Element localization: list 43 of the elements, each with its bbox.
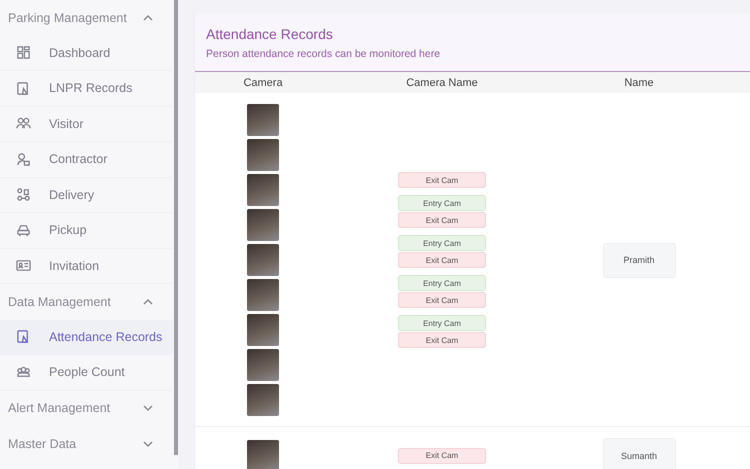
menu-icon (16, 364, 31, 380)
chevron-icon (143, 403, 153, 414)
menu-icon (16, 222, 31, 238)
menu-icon (16, 187, 31, 202)
camera-tag: Exit Cam (398, 292, 486, 308)
camera-tag: Exit Cam (398, 212, 486, 228)
menu-icon (16, 45, 31, 60)
menu-icon (16, 80, 31, 96)
sidebar-item[interactable]: People Count (0, 355, 173, 390)
person-name: Sumanth (602, 438, 676, 469)
card-subtitle: Person attendance records can be monitored here (206, 48, 440, 60)
chevron-icon (143, 296, 153, 307)
card-title: Attendance Records (206, 26, 333, 42)
sidebar-item[interactable]: Delivery (0, 178, 173, 213)
menu-icon (16, 152, 31, 167)
camera-tag: Exit Cam (398, 172, 486, 188)
chevron-icon (143, 12, 153, 23)
sidebar-item[interactable]: Attendance Records (0, 320, 173, 355)
section-header[interactable]: Master Data (0, 426, 173, 462)
camera-tag: Entry Cam (398, 235, 486, 251)
camera-tag: Entry Cam (398, 275, 486, 291)
camera-tag: Exit Cam (398, 448, 486, 464)
scrollbar[interactable] (174, 0, 178, 455)
menu-icon (16, 258, 31, 274)
section-header[interactable]: Parking Management (0, 0, 173, 36)
menu-icon (16, 329, 31, 344)
person-name: Pramith (602, 242, 676, 278)
sidebar-item[interactable]: Invitation (0, 248, 173, 284)
sidebar-item[interactable]: LNPR Records (0, 71, 173, 106)
column-header: Name (624, 76, 654, 88)
chevron-icon (143, 438, 153, 449)
camera-tag: Entry Cam (398, 195, 486, 211)
section-header[interactable]: Data Management (0, 284, 173, 320)
section-header[interactable]: Alert Management (0, 390, 173, 426)
sidebar-item[interactable]: Contractor (0, 142, 173, 178)
sidebar-item[interactable]: Dashboard (0, 36, 173, 71)
column-header: Camera (243, 76, 283, 88)
sidebar-item[interactable]: Visitor (0, 106, 173, 142)
camera-tag: Exit Cam (398, 252, 486, 268)
sidebar-item[interactable]: Pickup (0, 213, 173, 248)
column-header: Camera Name (406, 76, 478, 88)
camera-tag: Exit Cam (398, 332, 486, 348)
camera-tag: Entry Cam (398, 315, 486, 331)
